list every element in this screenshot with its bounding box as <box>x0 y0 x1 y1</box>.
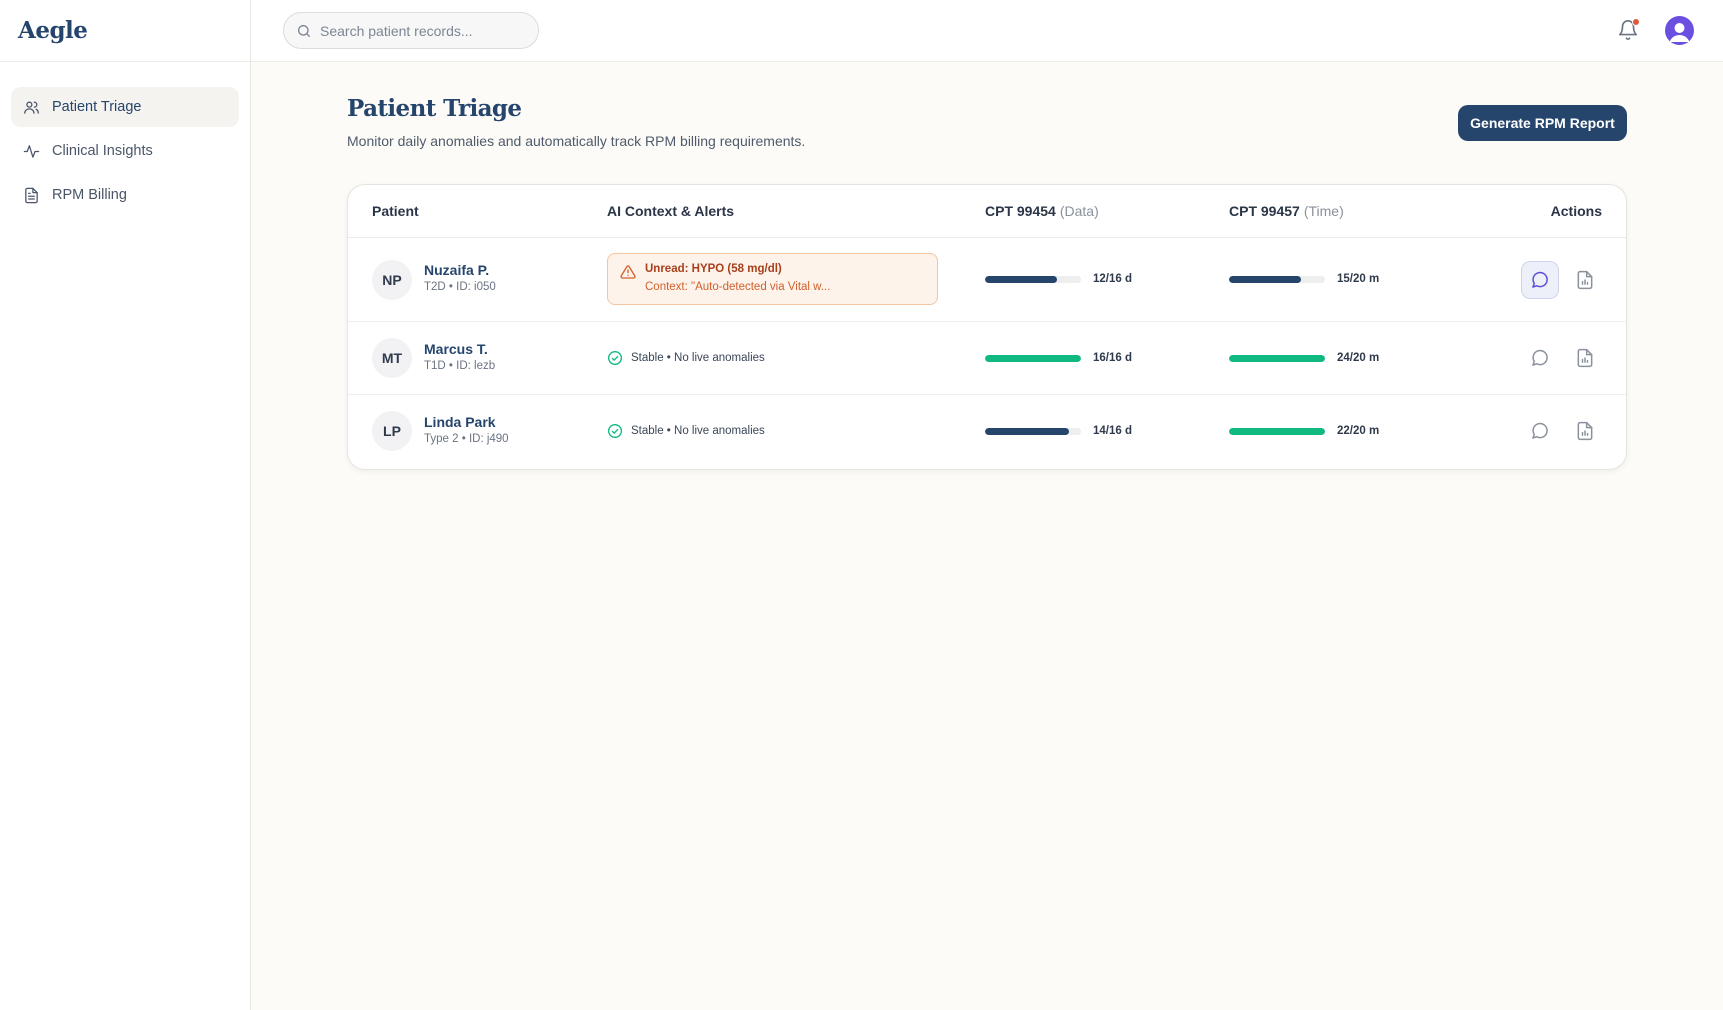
patient-table: Patient AI Context & Alerts CPT 99454 (Da… <box>347 184 1627 470</box>
column-header-sublabel: (Data) <box>1059 203 1099 219</box>
file-text-icon <box>25 187 38 203</box>
file-chart-icon <box>1577 421 1593 441</box>
file-chart-icon <box>1577 270 1593 290</box>
status-text: Stable • No live anomalies <box>631 352 765 364</box>
cpt-99454-value: 12/16 d <box>1093 273 1132 285</box>
table-row[interactable]: LP Linda Park Type 2 • ID: j490 Stable •… <box>348 395 1626 468</box>
check-circle-icon <box>608 424 622 438</box>
progress-fill <box>1229 355 1325 362</box>
column-header-label: CPT 99454 <box>985 203 1056 219</box>
status-stable: Stable • No live anomalies <box>607 350 765 366</box>
status-stable: Stable • No live anomalies <box>607 423 765 439</box>
table-header: Patient AI Context & Alerts CPT 99454 (Da… <box>348 185 1626 238</box>
user-icon <box>1669 23 1690 42</box>
report-button[interactable] <box>1566 339 1604 377</box>
search-input[interactable] <box>320 22 520 39</box>
message-circle-icon <box>1532 422 1548 439</box>
message-circle-icon <box>1532 349 1548 366</box>
page-title: Patient Triage <box>347 95 522 122</box>
column-header-ai-context: AI Context & Alerts <box>607 203 735 219</box>
cpt-99457-value: 24/20 m <box>1337 352 1380 364</box>
user-avatar[interactable] <box>1665 16 1694 45</box>
search-icon <box>298 24 310 37</box>
generate-rpm-report-button[interactable]: Generate RPM Report <box>1458 105 1627 141</box>
alert-card[interactable]: Unread: HYPO (58 mg/dl) Context: "Auto-d… <box>607 253 938 305</box>
message-circle-icon <box>1532 271 1548 288</box>
patient-initials-avatar: MT <box>372 338 412 378</box>
table-row[interactable]: MT Marcus T. T1D • ID: lezb Stable • No … <box>348 322 1626 395</box>
patient-name[interactable]: Nuzaifa P. <box>424 262 489 278</box>
warning-icon <box>620 265 636 279</box>
report-button[interactable] <box>1566 412 1604 450</box>
report-button[interactable] <box>1566 261 1604 299</box>
sidebar-item-label: RPM Billing <box>52 187 127 203</box>
notification-dot <box>1632 18 1640 26</box>
patient-initials-avatar: NP <box>372 260 412 300</box>
message-button[interactable] <box>1521 339 1559 377</box>
alert-context: Context: "Auto-detected via Vital w... <box>645 281 831 293</box>
patient-meta: T2D • ID: i050 <box>424 281 496 293</box>
cpt-99457-value: 22/20 m <box>1337 425 1380 437</box>
alert-title: Unread: HYPO (58 mg/dl) <box>645 263 782 275</box>
file-chart-icon <box>1577 348 1593 368</box>
search-box[interactable] <box>283 12 539 49</box>
sidebar-item-label: Patient Triage <box>52 99 142 115</box>
check-circle-icon <box>608 351 622 365</box>
sidebar: Aegle Patient Triage Clinical Insights R… <box>0 0 251 1010</box>
cpt-99457-progress-bar <box>1229 428 1325 435</box>
progress-fill <box>1229 276 1301 283</box>
notifications-button[interactable] <box>1617 18 1640 41</box>
patient-meta: T1D • ID: lezb <box>424 360 496 372</box>
progress-fill <box>985 355 1081 362</box>
cpt-99454-value: 14/16 d <box>1093 425 1132 437</box>
column-header-cpt-99457: CPT 99457 (Time) <box>1229 203 1344 219</box>
column-header-sublabel: (Time) <box>1303 203 1344 219</box>
sidebar-item-rpm-billing[interactable]: RPM Billing <box>11 175 239 215</box>
column-header-label: CPT 99457 <box>1229 203 1300 219</box>
sidebar-item-label: Clinical Insights <box>52 143 153 159</box>
column-header-cpt-99454: CPT 99454 (Data) <box>985 203 1099 219</box>
patient-name[interactable]: Linda Park <box>424 414 496 430</box>
progress-fill <box>985 276 1057 283</box>
sidebar-item-clinical-insights[interactable]: Clinical Insights <box>11 131 239 171</box>
sidebar-item-patient-triage[interactable]: Patient Triage <box>11 87 239 127</box>
cpt-99457-progress-bar <box>1229 355 1325 362</box>
top-bar <box>251 0 1723 62</box>
cpt-99457-progress-bar <box>1229 276 1325 283</box>
page-subtitle: Monitor daily anomalies and automaticall… <box>347 133 806 149</box>
progress-fill <box>1229 428 1325 435</box>
column-header-actions: Actions <box>1550 203 1602 219</box>
message-button[interactable] <box>1521 261 1559 299</box>
cpt-99457-value: 15/20 m <box>1337 273 1380 285</box>
cpt-99454-value: 16/16 d <box>1093 352 1132 364</box>
column-header-patient: Patient <box>372 203 419 219</box>
activity-icon <box>23 144 40 158</box>
app-logo[interactable]: Aegle <box>0 0 250 62</box>
progress-fill <box>985 428 1069 435</box>
users-icon <box>24 101 39 114</box>
cpt-99454-progress-bar <box>985 428 1081 435</box>
patient-meta: Type 2 • ID: j490 <box>424 433 509 445</box>
table-row[interactable]: NP Nuzaifa P. T2D • ID: i050 Unread: HYP… <box>348 238 1626 322</box>
status-text: Stable • No live anomalies <box>631 425 765 437</box>
patient-name[interactable]: Marcus T. <box>424 341 488 357</box>
message-button[interactable] <box>1521 412 1559 450</box>
patient-initials-avatar: LP <box>372 411 412 451</box>
sidebar-nav: Patient Triage Clinical Insights RPM Bil… <box>0 62 250 215</box>
cpt-99454-progress-bar <box>985 276 1081 283</box>
cpt-99454-progress-bar <box>985 355 1081 362</box>
